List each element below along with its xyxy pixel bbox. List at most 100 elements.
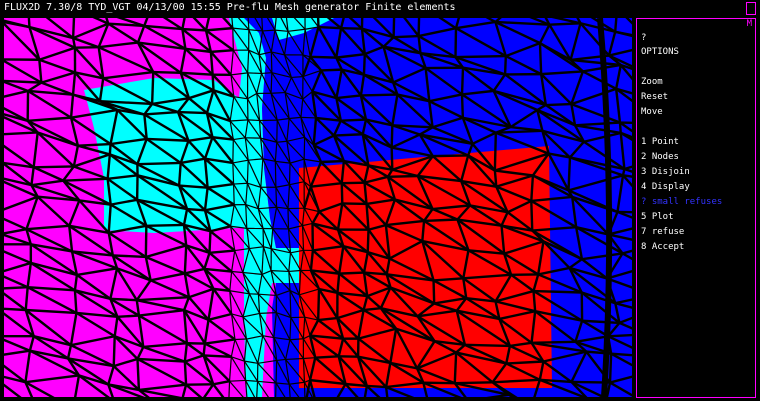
mesh-edge xyxy=(316,289,321,321)
mesh-edge xyxy=(73,290,78,313)
mesh-edge xyxy=(183,245,188,274)
mesh-edge xyxy=(503,56,508,75)
mesh-edge xyxy=(33,165,74,169)
mesh-edge xyxy=(232,184,235,205)
mesh-edge xyxy=(545,102,572,107)
view-item-reset[interactable]: Reset xyxy=(641,92,668,102)
mesh-edge xyxy=(74,46,99,49)
mesh-edge xyxy=(136,358,141,390)
mesh-edge xyxy=(177,162,182,186)
mesh-edge xyxy=(229,379,246,382)
mesh-edge xyxy=(360,93,398,97)
mesh-edge xyxy=(316,18,320,28)
mesh-edge xyxy=(315,355,339,359)
mesh-edge xyxy=(246,160,249,184)
mesh-edge xyxy=(303,357,316,360)
mesh-edge xyxy=(310,55,337,59)
mesh-edge xyxy=(112,336,116,367)
mesh-edge xyxy=(390,147,394,170)
menu-prompt: ? xyxy=(641,33,647,43)
mesh-edge xyxy=(366,229,370,253)
mesh-edge xyxy=(275,382,277,397)
mesh-edge xyxy=(270,72,273,94)
mesh-edge xyxy=(232,28,234,51)
option-item-2[interactable]: 2 Nodes xyxy=(641,152,679,162)
mesh-edge xyxy=(417,18,421,37)
option-item-5[interactable]: ? small refuses xyxy=(641,197,722,207)
mesh-edge xyxy=(137,161,181,166)
mesh-edge xyxy=(366,384,387,389)
mesh-edge xyxy=(274,161,277,188)
option-item-1[interactable]: 1 Point xyxy=(641,137,679,147)
mesh-edge xyxy=(320,159,344,164)
mesh-edge xyxy=(112,254,146,259)
mesh-edge xyxy=(390,125,394,148)
mesh-edge xyxy=(460,67,465,95)
mesh-edge xyxy=(532,290,537,312)
mesh-edge xyxy=(530,200,534,231)
mesh-edge xyxy=(150,72,155,104)
view-item-move[interactable]: Move xyxy=(641,107,663,117)
mesh-edge xyxy=(202,343,207,356)
mesh-edge xyxy=(493,132,498,171)
mesh-edge xyxy=(270,51,273,73)
mesh-edge xyxy=(533,289,582,294)
mesh-edge xyxy=(340,183,344,204)
menu-marker: M xyxy=(746,19,752,29)
mesh-edge xyxy=(340,118,367,122)
window-control-box[interactable] xyxy=(746,2,756,15)
mesh-edge xyxy=(454,381,493,385)
mesh-edge xyxy=(4,307,26,312)
mesh-edge xyxy=(108,143,112,155)
option-item-8[interactable]: 8 Accept xyxy=(641,242,684,252)
option-item-6[interactable]: 5 Plot xyxy=(641,212,674,222)
mesh-edge xyxy=(393,34,419,39)
mesh-edge xyxy=(210,48,234,54)
mesh-edge xyxy=(453,352,458,384)
option-item-7[interactable]: 7 refuse xyxy=(641,227,684,237)
mesh-edge xyxy=(275,187,278,208)
menu-heading: OPTIONS xyxy=(641,47,679,57)
mesh-edge xyxy=(392,18,396,38)
mesh-edge xyxy=(271,91,286,94)
mesh-edge xyxy=(182,27,207,32)
mesh-edge xyxy=(538,43,543,75)
mesh-edge xyxy=(77,142,111,147)
mesh-edge xyxy=(247,119,260,122)
mesh-viewport[interactable] xyxy=(4,18,632,397)
mesh-edge xyxy=(178,110,208,115)
mesh-edge xyxy=(341,181,365,185)
mesh-edge xyxy=(333,133,363,137)
mesh-edge xyxy=(289,290,292,318)
option-item-4[interactable]: 4 Display xyxy=(641,182,690,192)
mesh-edge xyxy=(153,70,181,75)
mesh-edge xyxy=(300,116,316,119)
mesh-edge xyxy=(303,137,306,160)
mesh-edge xyxy=(571,380,611,384)
mesh-edge xyxy=(549,22,581,26)
mesh-edge xyxy=(232,162,235,185)
title-bar: FLUX2D 7.30/8 TYD_VGT 04/13/00 15:55 Pre… xyxy=(0,0,740,16)
mesh-edge xyxy=(464,343,510,348)
mesh-edge xyxy=(608,353,613,383)
mesh-edge xyxy=(288,163,291,185)
mesh-edge xyxy=(262,29,275,32)
mesh-edge xyxy=(183,361,188,385)
mesh-edge xyxy=(208,231,212,253)
mesh-edge xyxy=(387,174,418,179)
title-text: FLUX2D 7.30/8 TYD_VGT 04/13/00 15:55 Pre… xyxy=(4,2,456,13)
mesh-edge xyxy=(146,223,185,227)
mesh-edge xyxy=(432,154,469,158)
mesh-edge xyxy=(71,18,76,39)
mesh-edge xyxy=(530,175,535,201)
mesh-edge xyxy=(362,54,366,75)
mesh-edge xyxy=(247,72,262,75)
mesh-edge xyxy=(117,314,140,318)
view-item-zoom[interactable]: Zoom xyxy=(641,77,663,87)
mesh-edge xyxy=(424,218,458,223)
mesh-edge xyxy=(318,25,342,30)
mesh-edge xyxy=(567,157,572,191)
mesh-edge xyxy=(287,208,290,229)
option-item-3[interactable]: 3 Disjoin xyxy=(641,167,690,177)
mesh-edge xyxy=(339,271,365,275)
